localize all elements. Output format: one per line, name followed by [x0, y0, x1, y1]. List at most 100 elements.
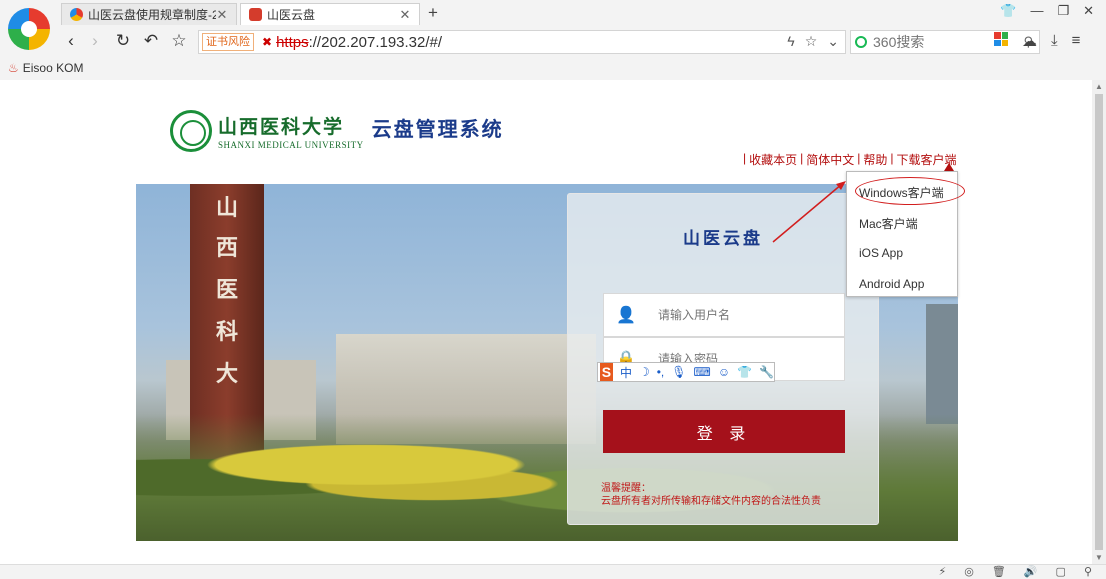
- username-field: 👤: [603, 293, 845, 337]
- tab-regulations[interactable]: 山医云盘使用规章制度-2017 ✕: [61, 3, 237, 25]
- lightning-icon[interactable]: ϟ: [787, 33, 794, 50]
- search-input[interactable]: [873, 34, 1013, 50]
- window-controls: 👕 — ❐ ✕: [1000, 3, 1094, 19]
- tab-label: 山医云盘使用规章制度-2017: [88, 8, 216, 22]
- cloud-icon[interactable]: ☁: [1022, 32, 1037, 50]
- tab-label: 山医云盘: [267, 8, 316, 22]
- address-bar-actions: ϟ ☆ ⌄: [787, 33, 839, 50]
- site-header-logo: 山西医科大学 SHANXI MEDICAL UNIVERSITY 云盘管理系统: [170, 110, 504, 152]
- tower-char: 大: [216, 361, 239, 387]
- menu-item-ios[interactable]: iOS App: [859, 246, 903, 260]
- school-name-en: SHANXI MEDICAL UNIVERSITY: [218, 140, 364, 150]
- header-links: | 收藏本页 | 简体中文 | 帮助 | 下载客户端: [740, 151, 957, 168]
- login-button[interactable]: 登 录: [603, 410, 845, 453]
- tower-char: 医: [216, 277, 239, 303]
- tab-favicon-icon: [249, 8, 262, 21]
- toolbar-icons: ☁ ⤓ ≡: [994, 32, 1080, 50]
- status-bar: ⚡ ◎ 🗑 🔊 ▢ ⚲: [0, 564, 1106, 579]
- apps-icon[interactable]: [994, 32, 1008, 46]
- user-icon: 👤: [616, 307, 636, 324]
- cert-warning-badge[interactable]: 证书风险: [202, 33, 254, 51]
- link-separator: |: [800, 151, 804, 165]
- zoom-icon[interactable]: ⚲: [1084, 565, 1092, 579]
- ime-punct-icon[interactable]: •,: [657, 365, 665, 379]
- browser-chrome: 山医云盘使用规章制度-2017 ✕ 山医云盘 ✕ + 👕 — ❐ ✕ ‹ › ↻…: [0, 0, 1106, 80]
- nav-bar: ‹ › ↻ ↶ ☆ 证书风险 ✖ https://202.207.193.32/…: [58, 28, 1106, 56]
- bookmark-favicon-icon: ♨: [8, 61, 19, 75]
- sound-icon[interactable]: 🔊: [1024, 565, 1038, 579]
- link-help[interactable]: 帮助: [863, 151, 887, 168]
- insecure-icon: ✖: [262, 35, 273, 49]
- notice-title: 温馨提醒：: [601, 483, 651, 494]
- ime-keyboard-icon[interactable]: ⌨: [694, 365, 711, 379]
- tower-char: 山: [216, 195, 239, 221]
- ime-user-icon[interactable]: ☺: [718, 365, 730, 379]
- scroll-down-icon[interactable]: ▼: [1095, 553, 1103, 562]
- tab-favicon-icon: [70, 8, 83, 21]
- username-input[interactable]: [648, 294, 844, 336]
- new-tab-button[interactable]: +: [428, 3, 438, 23]
- page-scrollbar[interactable]: ▲ ▼: [1092, 80, 1106, 564]
- tower-char: 西: [216, 235, 239, 261]
- status-icons: ⚡ ◎ 🗑 🔊 ▢ ⚲: [939, 565, 1092, 579]
- url-scheme: https: [276, 33, 309, 51]
- tab-close-icon[interactable]: ✕: [216, 7, 228, 23]
- bookmarks-bar: ♨ Eisoo KOM: [0, 58, 83, 78]
- ime-logo-icon[interactable]: S: [600, 363, 613, 381]
- search-engine-icon: [855, 36, 867, 48]
- tab-bar: 山医云盘使用规章制度-2017 ✕ 山医云盘 ✕ + 👕 — ❐ ✕: [58, 3, 1106, 25]
- highlight-circle: [855, 177, 965, 205]
- undo-close-icon[interactable]: ↶: [140, 30, 162, 52]
- url-text[interactable]: https://202.207.193.32/#/: [276, 34, 442, 51]
- url-host: ://202.207.193.32/#/: [308, 33, 443, 51]
- acceleration-icon[interactable]: ⚡: [939, 565, 947, 579]
- ime-skin-icon[interactable]: 👕: [737, 365, 752, 379]
- menu-icon[interactable]: ≡: [1072, 32, 1081, 50]
- scroll-up-icon[interactable]: ▲: [1095, 82, 1103, 91]
- bookmark-star-icon[interactable]: ☆: [805, 33, 818, 50]
- menu-item-mac[interactable]: Mac客户端: [859, 215, 918, 232]
- browser-logo-icon[interactable]: [8, 8, 50, 50]
- close-window-icon[interactable]: ✕: [1083, 3, 1094, 19]
- skin-icon[interactable]: 👕: [1000, 3, 1016, 19]
- ime-mode[interactable]: 中: [620, 364, 632, 381]
- annotation-arrow-icon: [772, 181, 846, 243]
- forward-icon[interactable]: ›: [84, 30, 106, 52]
- photo-building: [926, 304, 958, 424]
- tab-cloud-disk[interactable]: 山医云盘 ✕: [240, 3, 420, 25]
- link-separator: |: [743, 151, 747, 165]
- back-icon[interactable]: ‹: [60, 30, 82, 52]
- address-bar[interactable]: 证书风险 ✖ https://202.207.193.32/#/ ϟ ☆ ⌄: [198, 30, 846, 54]
- system-title: 云盘管理系统: [371, 116, 504, 141]
- menu-item-windows[interactable]: Windows客户端: [855, 177, 965, 205]
- link-language[interactable]: 简体中文: [806, 151, 854, 168]
- page-content: 山西医科大学 SHANXI MEDICAL UNIVERSITY 云盘管理系统 …: [0, 80, 1092, 564]
- login-notice: 温馨提醒： 云盘所有者对所传输和存储文件内容的合法性负责: [601, 482, 821, 508]
- ime-toolbar[interactable]: S 中 ☽ •, 🎙 ⌨ ☺ 👕 🔧: [597, 362, 775, 382]
- window-icon[interactable]: ▢: [1056, 565, 1066, 579]
- chevron-down-icon[interactable]: ⌄: [827, 33, 839, 50]
- scrollbar-thumb[interactable]: [1095, 94, 1103, 550]
- ime-mic-icon[interactable]: 🎙: [671, 365, 686, 379]
- menu-item-android[interactable]: Android App: [859, 277, 924, 291]
- trash-icon[interactable]: 🗑: [992, 565, 1006, 579]
- reload-icon[interactable]: ↻: [112, 30, 134, 52]
- star-icon[interactable]: ☆: [168, 30, 190, 52]
- download-icon[interactable]: ⤓: [1051, 32, 1058, 50]
- bookmark-item[interactable]: Eisoo KOM: [23, 61, 84, 75]
- school-name-cn: 山西医科大学: [218, 116, 345, 138]
- download-manager-icon[interactable]: ◎: [964, 565, 974, 579]
- link-separator: |: [890, 151, 894, 165]
- link-bookmark-page[interactable]: 收藏本页: [749, 151, 797, 168]
- tab-close-icon[interactable]: ✕: [399, 7, 411, 23]
- download-client-menu: Windows客户端 Mac客户端 iOS App Android App: [846, 171, 965, 297]
- notice-body: 云盘所有者对所传输和存储文件内容的合法性负责: [601, 496, 821, 507]
- tower-char: 科: [216, 319, 239, 345]
- ime-tools-icon[interactable]: 🔧: [759, 365, 774, 379]
- dropdown-caret-icon: [944, 163, 954, 171]
- university-emblem-icon: [170, 110, 212, 152]
- link-separator: |: [857, 151, 861, 165]
- minimize-icon[interactable]: —: [1030, 3, 1043, 19]
- restore-icon[interactable]: ❐: [1057, 3, 1069, 19]
- ime-moon-icon[interactable]: ☽: [639, 365, 650, 379]
